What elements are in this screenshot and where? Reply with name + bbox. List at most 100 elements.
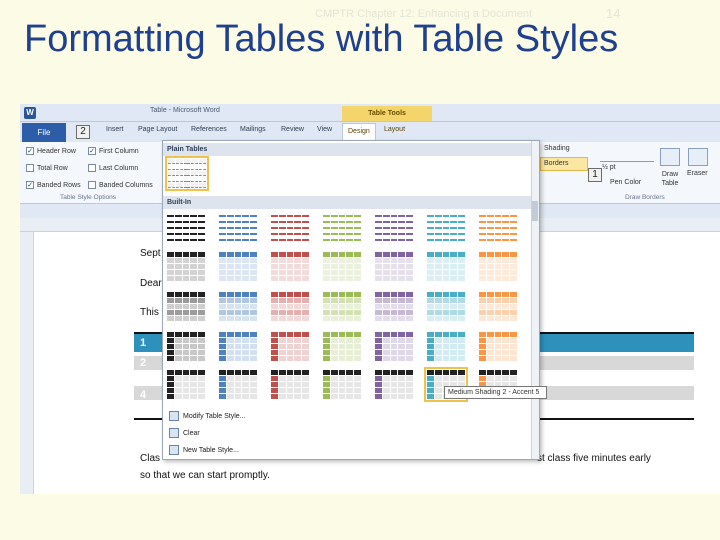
tab-layout[interactable]: Layout [384,126,405,133]
option-last-column[interactable]: Last Column [88,164,138,172]
option-banded-columns[interactable]: Banded Columns [88,181,153,189]
tab-file[interactable]: File [22,123,66,142]
tab-review[interactable]: Review [281,126,304,133]
table-style-option[interactable] [270,211,310,242]
table-style-cell [250,370,257,375]
table-style-option[interactable] [322,369,362,400]
table-style-option[interactable] [218,331,258,362]
table-style-cell [442,298,450,303]
table-style-option[interactable] [478,291,518,322]
menu-clear[interactable]: Clear [169,428,200,438]
table-style-cell [198,394,205,399]
option-total-row[interactable]: Total Row [26,164,68,172]
table-style-cell [382,212,390,217]
table-style-option[interactable] [322,211,362,242]
table-style-cell [502,230,510,235]
table-style-cell [346,304,354,309]
table-style-cell [330,212,338,217]
table-style-cell [510,258,517,263]
table-style-option[interactable] [478,211,518,242]
table-style-cell [486,264,494,269]
table-style-option[interactable] [374,369,414,400]
table-style-option[interactable] [166,331,206,362]
table-style-option[interactable] [166,291,206,322]
pen-color-button[interactable]: Pen Color [610,179,641,186]
table-style-row [479,370,517,375]
table-style-option[interactable] [374,331,414,362]
table-style-cell [510,270,517,275]
table-style-row [323,292,361,297]
table-style-cell [354,394,361,399]
option-banded-rows[interactable]: ✓ Banded Rows [26,181,81,189]
table-style-cell [323,230,330,235]
menu-modify-table-style[interactable]: Modify Table Style... [169,411,246,421]
table-style-cell [494,264,502,269]
table-style-option[interactable] [426,291,466,322]
shading-button[interactable]: Shading [544,145,570,152]
table-style-row [375,376,413,381]
table-style-option[interactable] [165,156,209,191]
table-style-cell [382,276,390,281]
table-style-option[interactable] [218,369,258,400]
table-style-option[interactable] [270,251,310,282]
table-style-cell [390,356,398,361]
table-style-cell [479,212,486,217]
option-header-row[interactable]: ✓ Header Row [26,147,76,155]
table-style-option[interactable] [166,211,206,242]
table-style-cell [234,332,242,337]
table-style-option[interactable] [166,251,206,282]
tab-insert[interactable]: Insert [106,126,124,133]
tab-view[interactable]: View [317,126,332,133]
table-style-cell [278,356,286,361]
table-style-option[interactable] [270,291,310,322]
table-style-cell [502,344,510,349]
table-style-cell [242,270,250,275]
tab-mailings[interactable]: Mailings [240,126,266,133]
table-style-cell [323,344,330,349]
table-style-option[interactable] [218,251,258,282]
borders-button[interactable]: Borders [540,157,588,171]
draw-table-button[interactable]: Draw Table [658,170,682,188]
tab-page-layout[interactable]: Page Layout [138,126,177,133]
menu-new-table-style[interactable]: New Table Style... [169,445,239,455]
table-style-cell [502,252,510,257]
eraser-button[interactable]: Eraser [687,170,708,177]
table-style-option[interactable] [374,211,414,242]
table-style-option[interactable] [270,369,310,400]
table-style-option[interactable] [426,251,466,282]
table-style-option[interactable] [374,251,414,282]
table-style-cell [286,252,294,257]
table-style-option[interactable] [478,251,518,282]
table-style-option[interactable] [166,369,206,400]
table-style-cell [338,388,346,393]
pen-style-dropdown[interactable] [600,152,654,162]
table-style-cell [382,394,390,399]
gallery-scrollbar[interactable] [531,141,539,459]
table-style-cell [234,264,242,269]
table-style-cell [479,258,486,263]
table-style-option[interactable] [322,291,362,322]
scroll-thumb[interactable] [532,201,538,221]
table-style-cell [302,356,309,361]
table-style-option[interactable] [426,331,466,362]
table-style-cell [167,382,174,387]
table-style-cell [199,159,206,164]
table-style-option[interactable] [322,251,362,282]
pen-weight-dropdown[interactable]: ½ pt [602,164,616,171]
table-style-option[interactable] [478,331,518,362]
table-style-cell [390,236,398,241]
table-style-option[interactable] [426,211,466,242]
table-style-cell [427,218,434,223]
table-style-option[interactable] [218,291,258,322]
table-style-option[interactable] [374,291,414,322]
tab-references[interactable]: References [191,126,227,133]
table-style-row [323,316,361,321]
table-style-option[interactable] [322,331,362,362]
table-style-option[interactable] [270,331,310,362]
option-first-column[interactable]: ✓ First Column [88,147,139,155]
table-style-option[interactable] [218,211,258,242]
table-style-row [375,276,413,281]
table-style-cell [183,177,191,182]
table-style-cell [174,270,182,275]
table-style-cell [406,332,413,337]
